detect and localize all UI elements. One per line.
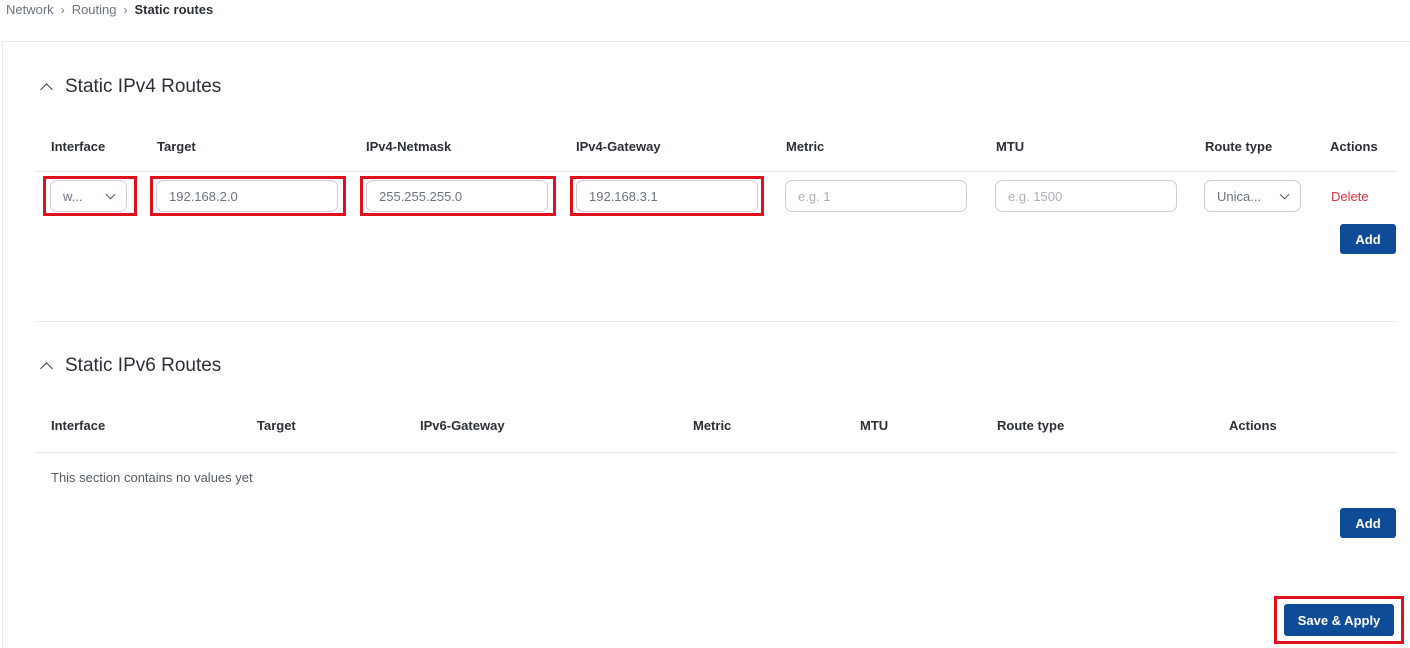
chevron-up-icon (40, 83, 53, 96)
col-ipv4-gateway: IPv4-Gateway (576, 139, 661, 154)
breadcrumb-network[interactable]: Network (6, 2, 54, 17)
col-target: Target (157, 139, 196, 154)
ipv6-section-toggle[interactable]: Static IPv6 Routes (40, 355, 222, 377)
route-type-select[interactable]: Unica... (1204, 180, 1301, 212)
col-actions: Actions (1330, 139, 1378, 154)
breadcrumb-routing[interactable]: Routing (72, 2, 117, 17)
col-target: Target (257, 418, 296, 433)
chevron-down-icon (105, 189, 116, 199)
target-input[interactable] (156, 180, 338, 212)
metric-input[interactable] (785, 180, 967, 212)
chevron-right-icon: › (60, 2, 65, 17)
chevron-up-icon (40, 362, 53, 375)
col-ipv4-netmask: IPv4-Netmask (366, 139, 452, 154)
mtu-input[interactable] (995, 180, 1177, 212)
col-ipv6-gateway: IPv6-Gateway (420, 418, 505, 433)
route-type-select-value: Unica... (1217, 188, 1262, 204)
col-mtu: MTU (996, 139, 1025, 154)
breadcrumb: Network › Routing › Static routes (6, 2, 213, 17)
ipv6-add-button[interactable]: Add (1340, 508, 1396, 538)
col-metric: Metric (693, 418, 732, 433)
breadcrumb-current: Static routes (134, 2, 214, 17)
ipv4-section-title: Static IPv4 Routes (65, 76, 222, 97)
col-metric: Metric (786, 139, 825, 154)
col-interface: Interface (51, 139, 106, 154)
col-route-type: Route type (997, 418, 1065, 433)
divider (36, 452, 1396, 453)
section-divider (36, 321, 1396, 322)
gateway-input[interactable] (576, 180, 758, 212)
divider (36, 171, 1396, 172)
col-interface: Interface (51, 418, 106, 433)
empty-state-text: This section contains no values yet (51, 470, 253, 485)
chevron-down-icon (1279, 189, 1290, 199)
chevron-right-icon: › (123, 2, 128, 17)
col-route-type: Route type (1205, 139, 1273, 154)
interface-select-value: w... (63, 188, 83, 204)
content-card (2, 41, 1410, 648)
col-mtu: MTU (860, 418, 889, 433)
save-apply-button[interactable]: Save & Apply (1284, 604, 1394, 636)
ipv4-section-toggle[interactable]: Static IPv4 Routes (40, 76, 222, 98)
ipv4-add-button[interactable]: Add (1340, 224, 1396, 254)
interface-select[interactable]: w... (50, 180, 127, 212)
delete-row-link[interactable]: Delete (1331, 189, 1369, 204)
col-actions: Actions (1229, 418, 1277, 433)
netmask-input[interactable] (366, 180, 548, 212)
ipv6-section-title: Static IPv6 Routes (65, 355, 222, 376)
